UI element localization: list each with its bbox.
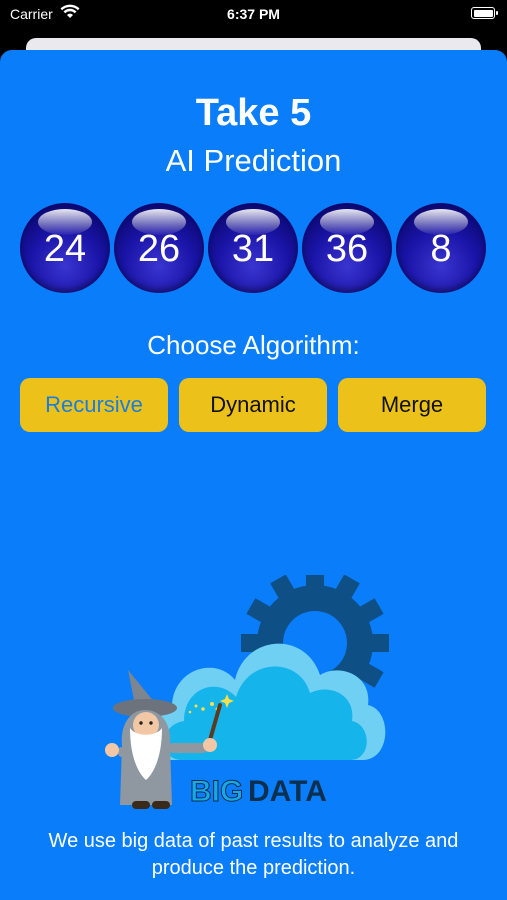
dynamic-button[interactable]: Dynamic (179, 378, 327, 432)
svg-text:DATA: DATA (248, 775, 327, 808)
ball-number: 24 (43, 228, 87, 270)
ball-number: 36 (325, 228, 369, 270)
ball-number: 8 (430, 228, 452, 270)
merge-button[interactable]: Merge (338, 378, 486, 432)
clock: 6:37 PM (227, 6, 280, 22)
page-subtitle: AI Prediction (165, 143, 342, 178)
prediction-balls: 24 26 31 36 8 (20, 203, 490, 293)
battery-icon (471, 7, 498, 19)
caption-text: We use big data of past results to analy… (48, 830, 459, 879)
number-ball: 36 (302, 203, 392, 293)
choose-algorithm-label: Choose Algorithm: (147, 330, 360, 360)
recursive-button[interactable]: Recursive (20, 378, 168, 432)
big-data-logo: BIG DATA (190, 775, 327, 809)
number-ball: 24 (20, 203, 110, 293)
page-title: Take 5 (195, 92, 312, 134)
number-ball: 26 (114, 203, 204, 293)
svg-text:BIG: BIG (190, 775, 243, 808)
number-ball: 8 (396, 203, 486, 293)
ball-number: 31 (231, 228, 275, 270)
big-data-wizard-illustration: BIG DATA (105, 575, 389, 809)
prediction-sheet: Take 5 AI Prediction 24 26 31 36 8 Choos… (0, 50, 507, 900)
status-bar: Carrier 6:37 PM (0, 0, 507, 30)
number-ball: 31 (208, 203, 298, 293)
ball-number: 26 (137, 228, 181, 270)
